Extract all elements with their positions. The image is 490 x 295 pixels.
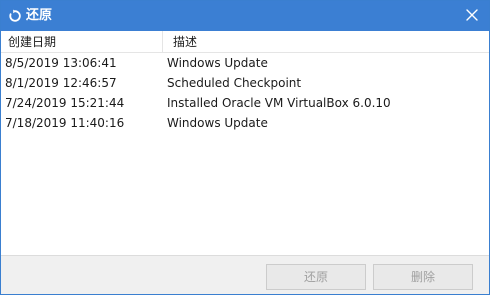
row-description: Scheduled Checkpoint [167, 76, 302, 90]
list-header: 创建日期 描述 [1, 31, 489, 53]
column-header-date[interactable]: 创建日期 [1, 31, 163, 53]
table-row[interactable]: 8/5/2019 13:06:41 Windows Update [1, 53, 489, 73]
table-row[interactable]: 8/1/2019 12:46:57 Scheduled Checkpoint [1, 73, 489, 93]
row-date: 8/5/2019 13:06:41 [5, 56, 117, 70]
close-icon [466, 8, 478, 24]
restore-button[interactable]: 还原 [266, 264, 366, 290]
row-date: 7/24/2019 15:21:44 [5, 96, 125, 110]
row-date: 7/18/2019 11:40:16 [5, 116, 125, 130]
table-row[interactable]: 7/18/2019 11:40:16 Windows Update [1, 113, 489, 133]
row-description: Windows Update [167, 116, 268, 130]
row-description: Installed Oracle VM VirtualBox 6.0.10 [167, 96, 391, 110]
row-description: Windows Update [167, 56, 268, 70]
restore-point-list[interactable]: 创建日期 描述 8/5/2019 13:06:41 Windows Update… [1, 31, 489, 256]
restore-icon [8, 9, 22, 23]
table-row[interactable]: 7/24/2019 15:21:44 Installed Oracle VM V… [1, 93, 489, 113]
delete-button[interactable]: 删除 [373, 264, 473, 290]
close-button[interactable] [455, 1, 489, 31]
window-title: 还原 [26, 8, 53, 23]
row-date: 8/1/2019 12:46:57 [5, 76, 117, 90]
restore-dialog: 还原 创建日期 描述 8/5/2019 13:06:41 Windows Upd… [0, 0, 490, 295]
title-bar: 还原 [1, 1, 489, 31]
column-header-description[interactable]: 描述 [163, 31, 489, 53]
